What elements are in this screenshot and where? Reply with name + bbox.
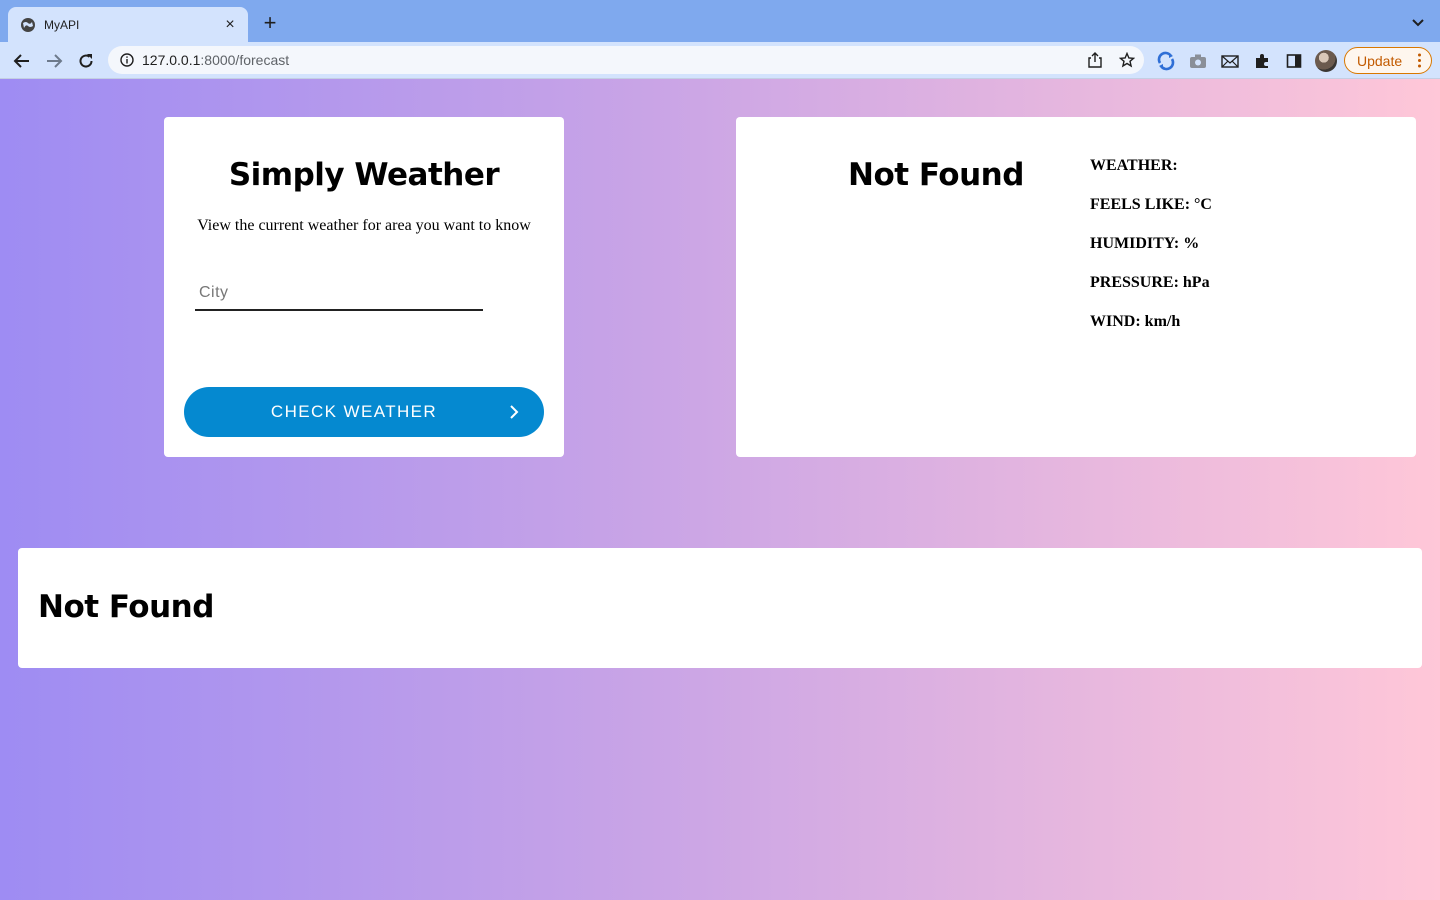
forward-button[interactable]	[43, 50, 65, 72]
update-button[interactable]: Update	[1344, 47, 1432, 74]
more-vert-icon	[1418, 53, 1421, 68]
mail-extension-icon[interactable]	[1220, 51, 1240, 71]
bookmark-star-icon[interactable]	[1118, 51, 1136, 69]
chevron-down-icon[interactable]	[1410, 14, 1426, 30]
search-card: Simply Weather View the current weather …	[164, 117, 564, 457]
globe-icon	[21, 17, 35, 32]
forward-arrow-icon	[47, 54, 63, 68]
back-arrow-icon	[13, 54, 29, 68]
url-path: :8000/forecast	[200, 52, 290, 68]
side-panel-icon[interactable]	[1284, 51, 1304, 71]
app-subtitle: View the current weather for area you wa…	[197, 217, 531, 234]
weather-stats-list: WEATHER: FEELS LIKE: °C HUMIDITY: % PRES…	[1090, 157, 1212, 352]
page-background: Simply Weather View the current weather …	[0, 79, 1440, 900]
browser-tab[interactable]: MyAPI ×	[8, 7, 248, 42]
tab-title: MyAPI	[44, 17, 80, 32]
reload-icon	[79, 54, 93, 68]
address-bar[interactable]: 127.0.0.1:8000/forecast	[108, 46, 1144, 74]
share-icon[interactable]	[1086, 51, 1104, 69]
current-weather-title: Not Found	[848, 157, 1024, 193]
browser-tab-bar: MyAPI × +	[0, 0, 1440, 42]
forecast-title: Not Found	[38, 589, 214, 625]
chevron-right-icon	[510, 405, 519, 419]
humidity-stat: HUMIDITY: %	[1090, 235, 1200, 252]
current-weather-card: Not Found WEATHER: FEELS LIKE: °C HUMIDI…	[736, 117, 1416, 457]
check-weather-label: CHECK WEATHER	[270, 402, 438, 421]
camera-extension-icon[interactable]	[1188, 51, 1208, 71]
check-weather-button[interactable]: CHECK WEATHER	[184, 387, 544, 437]
browser-toolbar: 127.0.0.1:8000/forecast Update	[0, 42, 1440, 79]
back-button[interactable]	[11, 50, 33, 72]
reload-button[interactable]	[75, 50, 97, 72]
pressure-stat: PRESSURE: hPa	[1090, 274, 1210, 291]
update-label: Update	[1357, 52, 1403, 69]
feels-like-stat: FEELS LIKE: °C	[1090, 196, 1212, 213]
extensions-puzzle-icon[interactable]	[1252, 51, 1272, 71]
profile-avatar[interactable]	[1315, 50, 1337, 72]
new-tab-button[interactable]: +	[258, 12, 282, 36]
tab-close-icon[interactable]: ×	[222, 16, 238, 33]
info-icon[interactable]	[120, 53, 134, 67]
url-host: 127.0.0.1	[142, 52, 201, 68]
forecast-card: Not Found	[18, 548, 1422, 668]
weather-stat: WEATHER:	[1090, 157, 1182, 174]
wind-stat: WIND: km/h	[1090, 313, 1181, 330]
city-input[interactable]	[195, 277, 483, 311]
app-title: Simply Weather	[228, 157, 500, 193]
sync-extension-icon[interactable]	[1156, 51, 1176, 71]
